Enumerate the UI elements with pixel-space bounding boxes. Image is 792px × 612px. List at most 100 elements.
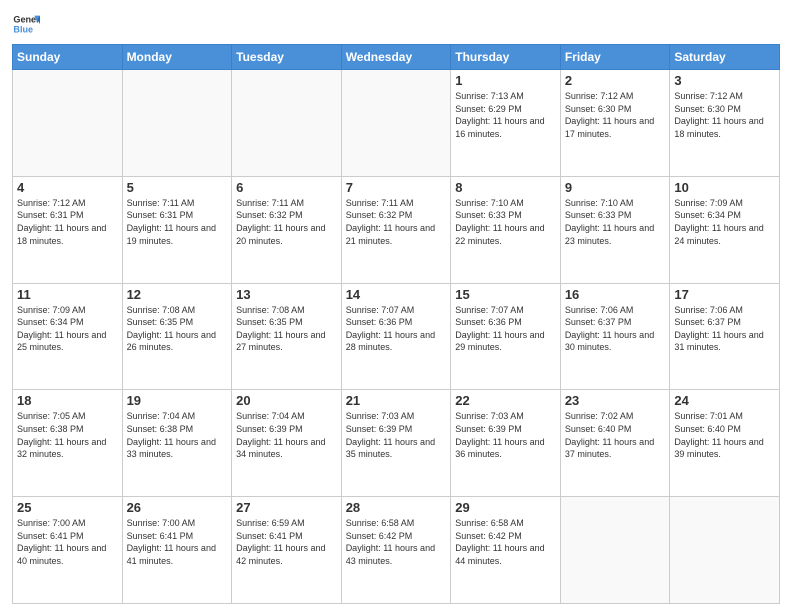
day-info: Sunrise: 7:04 AMSunset: 6:39 PMDaylight:… — [236, 410, 337, 460]
day-number: 11 — [17, 287, 118, 302]
logo-icon: General Blue — [12, 10, 40, 38]
calendar-cell: 29 Sunrise: 6:58 AMSunset: 6:42 PMDayligh… — [451, 497, 561, 604]
calendar-cell: 23Sunrise: 7:02 AMSunset: 6:40 PMDayligh… — [560, 390, 670, 497]
day-of-week-header: Friday — [560, 45, 670, 70]
day-number: 22 — [455, 393, 556, 408]
calendar-week-row: 1 Sunrise: 7:13 AMSunset: 6:29 PMDaylight… — [13, 70, 780, 177]
day-number: 13 — [236, 287, 337, 302]
day-number: 12 — [127, 287, 228, 302]
day-info: Sunrise: 7:12 AMSunset: 6:31 PMDaylight:… — [17, 197, 118, 247]
day-of-week-header: Tuesday — [232, 45, 342, 70]
day-info: Sunrise: 7:11 AMSunset: 6:32 PMDaylight:… — [346, 197, 447, 247]
calendar-cell: 5 Sunrise: 7:11 AMSunset: 6:31 PMDaylight… — [122, 176, 232, 283]
calendar-cell: 14 Sunrise: 7:07 AMSunset: 6:36 PMDayligh… — [341, 283, 451, 390]
calendar-cell — [341, 70, 451, 177]
day-info: Sunrise: 7:12 AMSunset: 6:30 PMDaylight:… — [565, 90, 666, 140]
day-info: Sunrise: 7:07 AMSunset: 6:36 PMDaylight:… — [346, 304, 447, 354]
calendar-cell: 24 Sunrise: 7:01 AMSunset: 6:40 PMDayligh… — [670, 390, 780, 497]
day-info: Sunrise: 6:58 AMSunset: 6:42 PMDaylight:… — [346, 517, 447, 567]
calendar-cell: 13 Sunrise: 7:08 AMSunset: 6:35 PMDayligh… — [232, 283, 342, 390]
calendar-cell: 28 Sunrise: 6:58 AMSunset: 6:42 PMDayligh… — [341, 497, 451, 604]
calendar-cell: 18 Sunrise: 7:05 AMSunset: 6:38 PMDayligh… — [13, 390, 123, 497]
calendar-cell — [13, 70, 123, 177]
day-of-week-header: Monday — [122, 45, 232, 70]
day-number: 26 — [127, 500, 228, 515]
calendar-cell: 27 Sunrise: 6:59 AMSunset: 6:41 PMDayligh… — [232, 497, 342, 604]
day-number: 28 — [346, 500, 447, 515]
day-number: 23 — [565, 393, 666, 408]
calendar-cell: 19 Sunrise: 7:04 AMSunset: 6:38 PMDayligh… — [122, 390, 232, 497]
day-info: Sunrise: 7:10 AMSunset: 6:33 PMDaylight:… — [455, 197, 556, 247]
day-info: Sunrise: 7:09 AMSunset: 6:34 PMDaylight:… — [674, 197, 775, 247]
calendar-cell: 8 Sunrise: 7:10 AMSunset: 6:33 PMDaylight… — [451, 176, 561, 283]
day-info: Sunrise: 7:10 AMSunset: 6:33 PMDaylight:… — [565, 197, 666, 247]
day-info: Sunrise: 7:00 AMSunset: 6:41 PMDaylight:… — [127, 517, 228, 567]
day-number: 9 — [565, 180, 666, 195]
calendar-cell: 22 Sunrise: 7:03 AMSunset: 6:39 PMDayligh… — [451, 390, 561, 497]
calendar-cell: 21Sunrise: 7:03 AMSunset: 6:39 PMDayligh… — [341, 390, 451, 497]
calendar-cell — [670, 497, 780, 604]
day-of-week-header: Thursday — [451, 45, 561, 70]
calendar-cell: 2 Sunrise: 7:12 AMSunset: 6:30 PMDaylight… — [560, 70, 670, 177]
calendar-cell: 4Sunrise: 7:12 AMSunset: 6:31 PMDaylight… — [13, 176, 123, 283]
day-info: Sunrise: 7:13 AMSunset: 6:29 PMDaylight:… — [455, 90, 556, 140]
day-number: 3 — [674, 73, 775, 88]
calendar-cell: 6Sunrise: 7:11 AMSunset: 6:32 PMDaylight… — [232, 176, 342, 283]
day-info: Sunrise: 6:58 AMSunset: 6:42 PMDaylight:… — [455, 517, 556, 567]
day-number: 5 — [127, 180, 228, 195]
day-number: 25 — [17, 500, 118, 515]
day-number: 2 — [565, 73, 666, 88]
day-info: Sunrise: 7:11 AMSunset: 6:31 PMDaylight:… — [127, 197, 228, 247]
calendar-cell — [232, 70, 342, 177]
day-info: Sunrise: 7:04 AMSunset: 6:38 PMDaylight:… — [127, 410, 228, 460]
day-number: 8 — [455, 180, 556, 195]
calendar-cell: 11Sunrise: 7:09 AMSunset: 6:34 PMDayligh… — [13, 283, 123, 390]
day-number: 16 — [565, 287, 666, 302]
day-info: Sunrise: 7:01 AMSunset: 6:40 PMDaylight:… — [674, 410, 775, 460]
calendar-cell: 15 Sunrise: 7:07 AMSunset: 6:36 PMDayligh… — [451, 283, 561, 390]
day-number: 14 — [346, 287, 447, 302]
day-info: Sunrise: 7:12 AMSunset: 6:30 PMDaylight:… — [674, 90, 775, 140]
day-number: 20 — [236, 393, 337, 408]
day-of-week-header: Saturday — [670, 45, 780, 70]
day-number: 29 — [455, 500, 556, 515]
day-info: Sunrise: 7:06 AMSunset: 6:37 PMDaylight:… — [674, 304, 775, 354]
day-number: 1 — [455, 73, 556, 88]
day-number: 19 — [127, 393, 228, 408]
day-number: 7 — [346, 180, 447, 195]
calendar-cell: 25 Sunrise: 7:00 AMSunset: 6:41 PMDayligh… — [13, 497, 123, 604]
day-info: Sunrise: 7:11 AMSunset: 6:32 PMDaylight:… — [236, 197, 337, 247]
calendar-cell: 12 Sunrise: 7:08 AMSunset: 6:35 PMDayligh… — [122, 283, 232, 390]
calendar-cell — [122, 70, 232, 177]
day-info: Sunrise: 7:08 AMSunset: 6:35 PMDaylight:… — [127, 304, 228, 354]
day-number: 17 — [674, 287, 775, 302]
day-info: Sunrise: 7:05 AMSunset: 6:38 PMDaylight:… — [17, 410, 118, 460]
day-number: 27 — [236, 500, 337, 515]
calendar-week-row: 25 Sunrise: 7:00 AMSunset: 6:41 PMDayligh… — [13, 497, 780, 604]
calendar-table: SundayMondayTuesdayWednesdayThursdayFrid… — [12, 44, 780, 604]
calendar-week-row: 11Sunrise: 7:09 AMSunset: 6:34 PMDayligh… — [13, 283, 780, 390]
day-number: 24 — [674, 393, 775, 408]
calendar-cell: 1 Sunrise: 7:13 AMSunset: 6:29 PMDaylight… — [451, 70, 561, 177]
day-number: 15 — [455, 287, 556, 302]
page: General Blue SundayMondayTuesdayWednesda… — [0, 0, 792, 612]
day-info: Sunrise: 7:03 AMSunset: 6:39 PMDaylight:… — [455, 410, 556, 460]
calendar-cell: 3 Sunrise: 7:12 AMSunset: 6:30 PMDaylight… — [670, 70, 780, 177]
day-of-week-header: Wednesday — [341, 45, 451, 70]
calendar-cell: 7 Sunrise: 7:11 AMSunset: 6:32 PMDaylight… — [341, 176, 451, 283]
calendar-week-row: 18 Sunrise: 7:05 AMSunset: 6:38 PMDayligh… — [13, 390, 780, 497]
day-info: Sunrise: 6:59 AMSunset: 6:41 PMDaylight:… — [236, 517, 337, 567]
day-number: 18 — [17, 393, 118, 408]
day-info: Sunrise: 7:07 AMSunset: 6:36 PMDaylight:… — [455, 304, 556, 354]
day-info: Sunrise: 7:00 AMSunset: 6:41 PMDaylight:… — [17, 517, 118, 567]
day-info: Sunrise: 7:03 AMSunset: 6:39 PMDaylight:… — [346, 410, 447, 460]
calendar-week-row: 4Sunrise: 7:12 AMSunset: 6:31 PMDaylight… — [13, 176, 780, 283]
calendar-cell: 10Sunrise: 7:09 AMSunset: 6:34 PMDayligh… — [670, 176, 780, 283]
calendar-cell — [560, 497, 670, 604]
day-info: Sunrise: 7:06 AMSunset: 6:37 PMDaylight:… — [565, 304, 666, 354]
day-info: Sunrise: 7:08 AMSunset: 6:35 PMDaylight:… — [236, 304, 337, 354]
header: General Blue — [12, 10, 780, 38]
day-of-week-header: Sunday — [13, 45, 123, 70]
calendar-cell: 16 Sunrise: 7:06 AMSunset: 6:37 PMDayligh… — [560, 283, 670, 390]
calendar-cell: 17 Sunrise: 7:06 AMSunset: 6:37 PMDayligh… — [670, 283, 780, 390]
